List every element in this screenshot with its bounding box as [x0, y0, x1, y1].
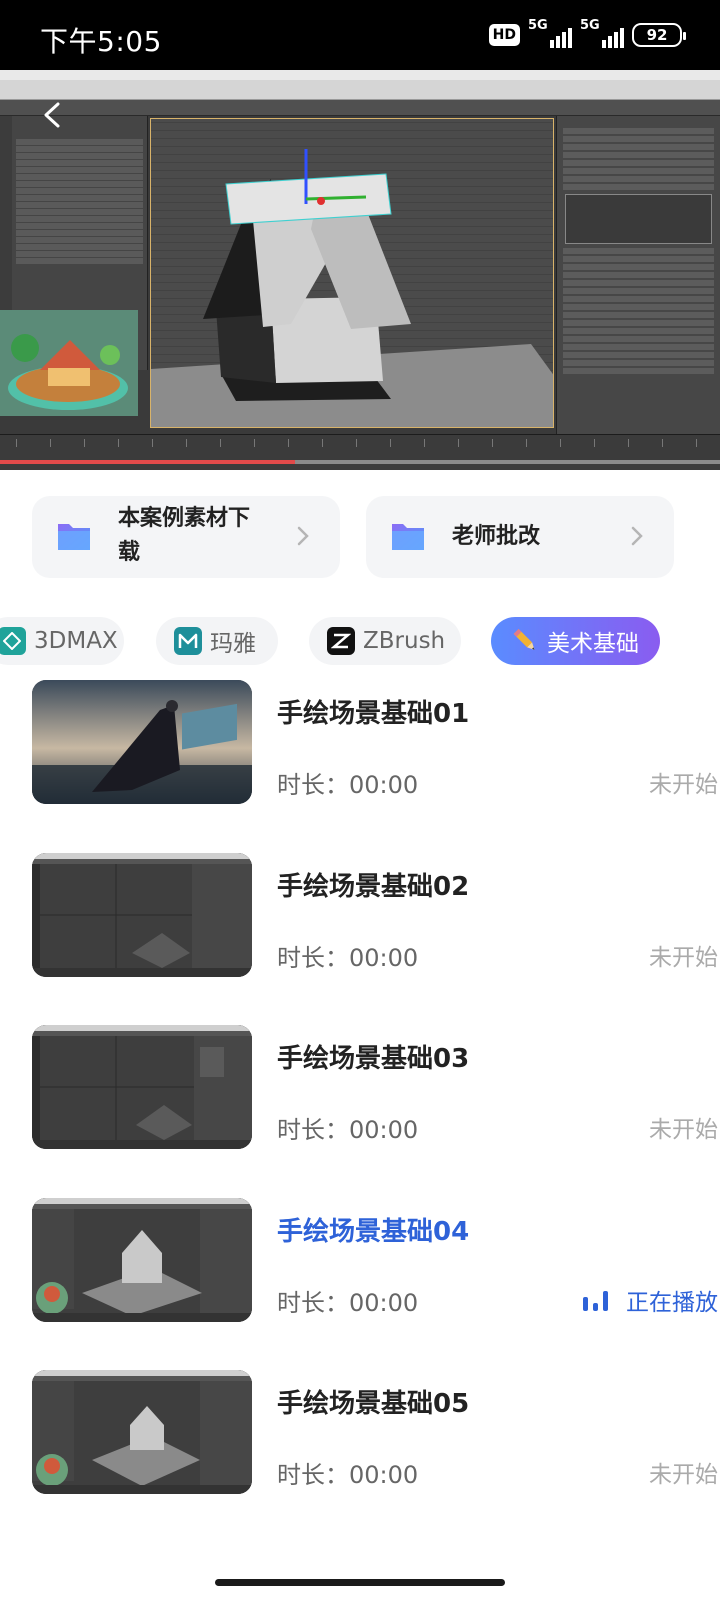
- status-time: 下午5:05: [40, 25, 162, 58]
- lesson-duration: 时长：00:00: [277, 771, 419, 799]
- screen-toolbar: [0, 80, 720, 100]
- lesson-item[interactable]: 手绘场景基础03 时长：00:00 未开始: [0, 1025, 720, 1175]
- chip-label: ZBrush: [363, 628, 446, 654]
- chip-label: 玛雅: [210, 631, 256, 657]
- lesson-item[interactable]: 手绘场景基础01 时长：00:00 未开始: [0, 680, 720, 830]
- chip-label: 美术基础: [547, 631, 639, 657]
- lesson-thumbnail: [32, 680, 252, 804]
- video-progress-fill: [0, 460, 296, 464]
- lesson-thumbnail-image: [32, 1370, 252, 1494]
- lesson-duration: 时长：00:00: [277, 1289, 419, 1317]
- lesson-thumbnail: [32, 1198, 252, 1322]
- playing-label: 正在播放: [626, 1290, 718, 1316]
- screen-command-panel: [556, 116, 720, 434]
- house-model-illustration: [151, 149, 553, 427]
- lesson-item-playing[interactable]: 手绘场景基础04 时长：00:00 正在播放: [0, 1198, 720, 1348]
- lesson-status: 未开始: [649, 772, 718, 798]
- lesson-title: 手绘场景基础02: [277, 872, 470, 902]
- maya-icon: [174, 627, 202, 655]
- zbrush-icon: [327, 627, 355, 655]
- lesson-title: 手绘场景基础04: [277, 1217, 470, 1247]
- signal-icon: 5G: [528, 18, 572, 48]
- chip-label: 3DMAX: [34, 628, 118, 654]
- chevron-right-icon: [631, 526, 643, 546]
- lesson-title: 手绘场景基础05: [277, 1389, 470, 1419]
- lesson-duration: 时长：00:00: [277, 1116, 419, 1144]
- reference-illustration: [0, 310, 138, 416]
- lesson-thumbnail: [32, 1370, 252, 1494]
- battery-icon: 92: [632, 23, 686, 47]
- card-label: 本案例素材下 载: [118, 506, 251, 565]
- reference-image-thumbnail: [0, 310, 138, 416]
- screen-toolbar-secondary: [0, 100, 720, 116]
- folder-icon: [392, 524, 424, 550]
- home-indicator[interactable]: [215, 1579, 505, 1586]
- lesson-status: 未开始: [649, 1117, 718, 1143]
- lesson-thumbnail-image: [32, 1198, 252, 1322]
- lesson-status-playing: 正在播放: [583, 1283, 718, 1317]
- signal-icon: 5G: [580, 18, 624, 48]
- battery-level: 92: [646, 26, 668, 44]
- lesson-thumbnail: [32, 853, 252, 977]
- 3dmax-icon: [0, 627, 26, 655]
- back-icon[interactable]: [36, 98, 70, 132]
- card-label: 老师批改: [452, 524, 541, 549]
- category-chip-zbrush[interactable]: ZBrush: [309, 617, 461, 665]
- network-type-label: 5G: [528, 18, 548, 33]
- status-bar: 下午5:05 HD 5G 5G 92: [0, 0, 720, 70]
- folder-icon: [58, 524, 90, 550]
- course-materials-download-card[interactable]: 本案例素材下 载: [32, 496, 340, 578]
- lesson-thumbnail-image: [32, 853, 252, 977]
- lesson-thumbnail-image: [32, 680, 252, 804]
- network-type-label: 5G: [580, 18, 600, 33]
- lesson-status: 未开始: [649, 945, 718, 971]
- lesson-duration: 时长：00:00: [277, 1461, 419, 1489]
- category-chip-maya[interactable]: 玛雅: [156, 617, 278, 665]
- status-icons: HD 5G 5G 92: [488, 18, 686, 50]
- teacher-review-card[interactable]: 老师批改: [366, 496, 674, 578]
- video-player[interactable]: [0, 70, 720, 470]
- hd-icon: HD: [488, 24, 520, 46]
- screen-viewport: [150, 118, 554, 428]
- lesson-thumbnail-image: [32, 1025, 252, 1149]
- lesson-title: 手绘场景基础01: [277, 699, 470, 729]
- lesson-item[interactable]: 手绘场景基础02 时长：00:00 未开始: [0, 853, 720, 1003]
- pencil-icon: [511, 627, 539, 655]
- category-chip-art-basics[interactable]: 美术基础: [491, 617, 660, 665]
- equalizer-icon: [583, 1289, 608, 1311]
- lesson-duration: 时长：00:00: [277, 944, 419, 972]
- lesson-title: 手绘场景基础03: [277, 1044, 470, 1074]
- video-progress-bar[interactable]: [0, 460, 720, 464]
- screen-timeline: [0, 434, 720, 470]
- chevron-right-icon: [297, 526, 309, 546]
- screen-titlebar: [0, 70, 720, 80]
- lesson-status: 未开始: [649, 1462, 718, 1488]
- lesson-item[interactable]: 手绘场景基础05 时长：00:00 未开始: [0, 1370, 720, 1520]
- lesson-thumbnail: [32, 1025, 252, 1149]
- category-chip-3dmax[interactable]: 3DMAX: [0, 617, 124, 665]
